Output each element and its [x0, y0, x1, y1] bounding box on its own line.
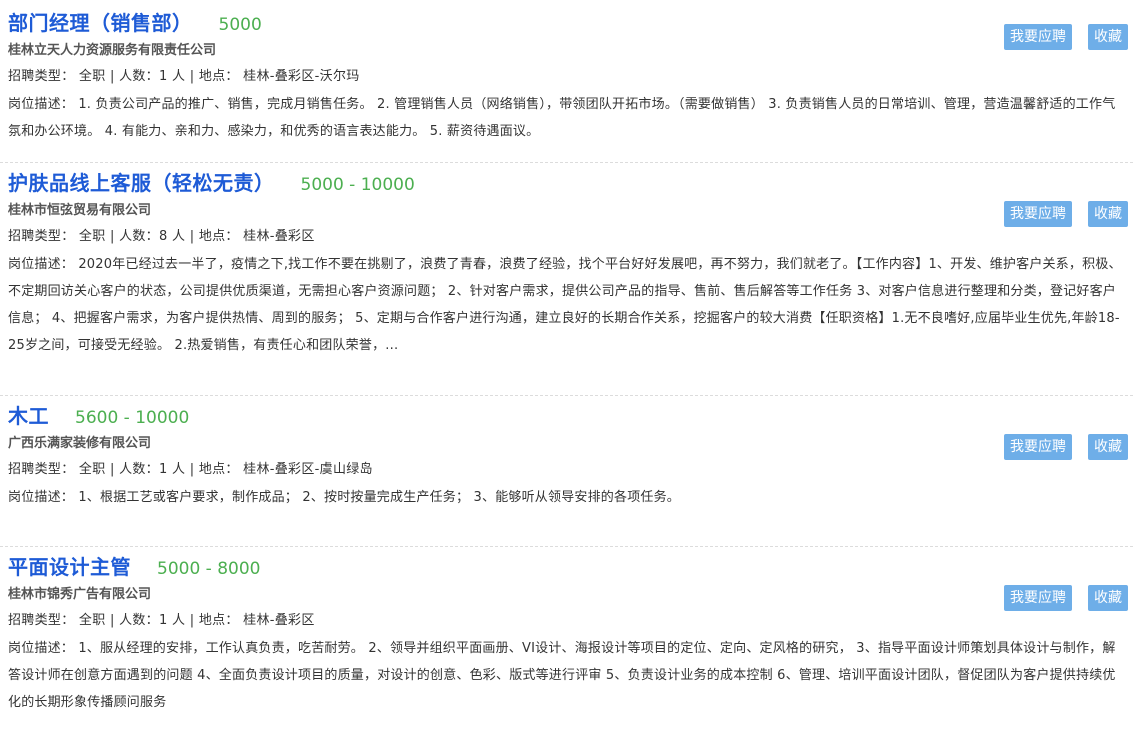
job-header: 木工 5600 - 10000 — [8, 400, 1133, 430]
job-description: 岗位描述： 1、根据工艺或客户要求，制作成品； 2、按时按量完成生产任务； 3、… — [8, 490, 681, 505]
job-description: 岗位描述： 2020年已经过去一半了，疫情之下,找工作不要在挑剔了，浪费了青春，… — [8, 257, 1122, 353]
job-meta: 招聘类型： 全职 | 人数：8 人 | 地点： 桂林-叠彩区 — [8, 229, 315, 244]
favorite-button[interactable]: 收藏 — [1088, 201, 1128, 227]
job-meta: 招聘类型： 全职 | 人数：1 人 | 地点： 桂林-叠彩区-虞山绿岛 — [8, 462, 373, 477]
job-card: 部门经理（销售部） 5000 桂林立天人力资源服务有限责任公司 招聘类型： 全职… — [0, 0, 1133, 163]
job-meta: 招聘类型： 全职 | 人数：1 人 | 地点： 桂林-叠彩区 — [8, 613, 315, 628]
job-header: 护肤品线上客服（轻松无责） 5000 - 10000 — [8, 167, 1133, 197]
job-salary: 5000 — [218, 15, 262, 35]
apply-button[interactable]: 我要应聘 — [1004, 434, 1072, 460]
job-salary: 5000 - 8000 — [157, 559, 261, 579]
apply-button[interactable]: 我要应聘 — [1004, 24, 1072, 50]
job-salary: 5600 - 10000 — [75, 408, 190, 428]
job-list: 部门经理（销售部） 5000 桂林立天人力资源服务有限责任公司 招聘类型： 全职… — [0, 0, 1133, 733]
job-card: 木工 5600 - 10000 广西乐满家装修有限公司 招聘类型： 全职 | 人… — [0, 396, 1133, 547]
company-name[interactable]: 桂林立天人力资源服务有限责任公司 — [8, 39, 1133, 59]
job-card: 平面设计主管 5000 - 8000 桂林市锦秀广告有限公司 招聘类型： 全职 … — [0, 547, 1133, 733]
job-card: 护肤品线上客服（轻松无责） 5000 - 10000 桂林市恒弦贸易有限公司 招… — [0, 163, 1133, 396]
company-name[interactable]: 桂林市锦秀广告有限公司 — [8, 583, 1133, 603]
company-name[interactable]: 桂林市恒弦贸易有限公司 — [8, 199, 1133, 219]
job-header: 平面设计主管 5000 - 8000 — [8, 551, 1133, 581]
job-description: 岗位描述： 1、服从经理的安排，工作认真负责，吃苦耐劳。 2、领导并组织平面画册… — [8, 641, 1116, 710]
job-actions: 我要应聘 收藏 — [988, 24, 1128, 50]
job-title[interactable]: 部门经理（销售部） — [8, 7, 193, 36]
job-actions: 我要应聘 收藏 — [988, 201, 1128, 227]
favorite-button[interactable]: 收藏 — [1088, 24, 1128, 50]
job-actions: 我要应聘 收藏 — [988, 585, 1128, 611]
job-header: 部门经理（销售部） 5000 — [8, 7, 1133, 37]
job-title[interactable]: 木工 — [8, 400, 49, 429]
job-title[interactable]: 平面设计主管 — [8, 551, 131, 580]
company-name[interactable]: 广西乐满家装修有限公司 — [8, 432, 1133, 452]
apply-button[interactable]: 我要应聘 — [1004, 201, 1072, 227]
favorite-button[interactable]: 收藏 — [1088, 585, 1128, 611]
favorite-button[interactable]: 收藏 — [1088, 434, 1128, 460]
job-salary: 5000 - 10000 — [300, 175, 415, 195]
job-meta: 招聘类型： 全职 | 人数：1 人 | 地点： 桂林-叠彩区-沃尔玛 — [8, 69, 360, 84]
job-actions: 我要应聘 收藏 — [988, 434, 1128, 460]
apply-button[interactable]: 我要应聘 — [1004, 585, 1072, 611]
job-title[interactable]: 护肤品线上客服（轻松无责） — [8, 167, 275, 196]
job-description: 岗位描述： 1. 负责公司产品的推广、销售，完成月销售任务。 2. 管理销售人员… — [8, 97, 1116, 139]
